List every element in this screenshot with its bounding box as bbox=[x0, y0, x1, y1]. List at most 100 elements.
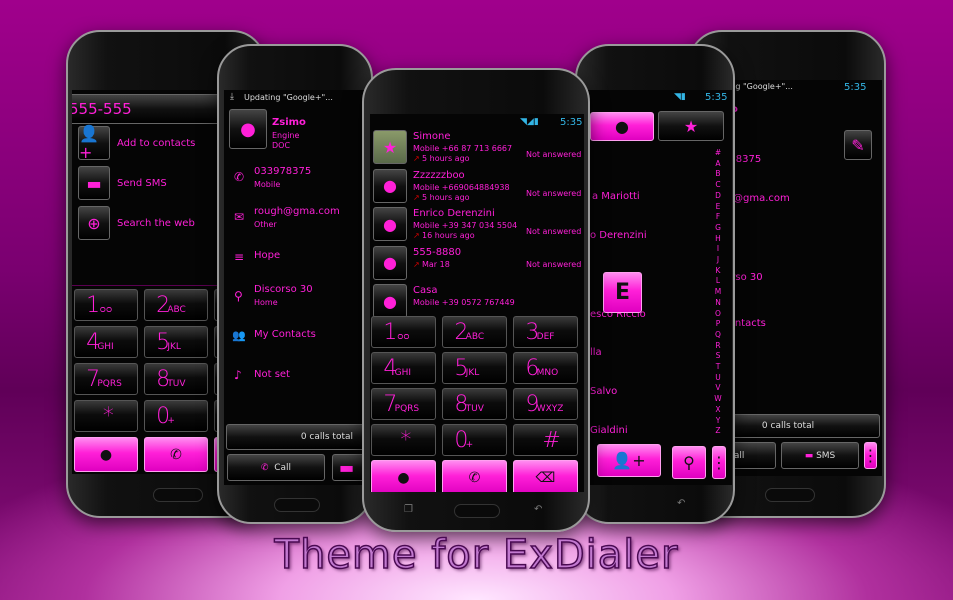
index-letter[interactable]: M bbox=[713, 287, 723, 298]
index-letter[interactable]: O bbox=[713, 309, 723, 320]
index-letter[interactable]: V bbox=[713, 383, 723, 394]
contact-avatar[interactable]: ● bbox=[373, 168, 407, 203]
contact-avatar[interactable]: ● bbox=[373, 207, 407, 241]
home-button[interactable] bbox=[765, 488, 815, 502]
index-letter[interactable]: F bbox=[713, 212, 723, 223]
call-button[interactable]: ✆ bbox=[442, 460, 507, 492]
add-contact-button[interactable]: 👤+ bbox=[597, 444, 661, 477]
dialpad-key[interactable]: 2 ABC bbox=[144, 289, 208, 321]
phone-left-mid: ⤓ Updating "Google+"... ● Zsimo Engine D… bbox=[217, 44, 373, 524]
dialpad-key[interactable]: # bbox=[513, 424, 578, 456]
home-button[interactable] bbox=[274, 498, 320, 512]
index-letter[interactable]: P bbox=[713, 319, 723, 330]
call-button[interactable]: ✆ bbox=[144, 437, 208, 472]
index-letter[interactable]: # bbox=[713, 148, 723, 159]
person-icon: ● bbox=[383, 291, 397, 311]
edit-button[interactable]: ✎ bbox=[844, 130, 872, 160]
index-letter[interactable]: H bbox=[713, 234, 723, 245]
index-letter[interactable]: W bbox=[713, 394, 723, 405]
index-letter[interactable]: E bbox=[713, 202, 723, 213]
contact-address[interactable]: Discorso 30 bbox=[254, 284, 313, 295]
dialpad-key[interactable]: * bbox=[74, 400, 138, 432]
contact-item[interactable]: o Derenzini bbox=[590, 230, 647, 241]
index-letter[interactable]: U bbox=[713, 373, 723, 384]
contact-email[interactable]: rough@gma.com bbox=[254, 206, 340, 217]
dialpad-key[interactable]: 6 MNO bbox=[513, 352, 578, 384]
contact-ringtone[interactable]: Not set bbox=[254, 369, 290, 380]
contact-item[interactable]: Salvo bbox=[590, 386, 617, 397]
index-letter[interactable]: B bbox=[713, 169, 723, 180]
person-icon: ● bbox=[615, 117, 629, 136]
contact-photo[interactable]: ● bbox=[229, 109, 267, 149]
contact-avatar[interactable]: ● bbox=[373, 284, 407, 318]
group-icon: 👥 bbox=[232, 329, 246, 342]
missed-call-icon: ↗ bbox=[413, 192, 420, 202]
contact-avatar[interactable]: ● bbox=[373, 245, 407, 280]
dialpad-key[interactable]: 8 TUV bbox=[144, 363, 208, 395]
tab-contacts[interactable]: ● bbox=[590, 112, 654, 141]
dialpad-key[interactable]: 0 + bbox=[144, 400, 208, 432]
dialpad-key[interactable]: 2 ABC bbox=[442, 316, 507, 348]
menu-button[interactable]: ⋮ bbox=[711, 446, 727, 479]
sms-button[interactable]: ▬ SMS bbox=[781, 442, 859, 469]
globe-icon: ⊕ bbox=[78, 206, 110, 240]
dialpad-key[interactable]: 5 JKL bbox=[442, 352, 507, 384]
dialpad-key[interactable]: 4 GHI bbox=[74, 326, 138, 358]
dialpad-key[interactable]: 1 ᴑᴑ bbox=[371, 316, 436, 348]
key-digit: * bbox=[400, 428, 412, 453]
index-letter[interactable]: Q bbox=[713, 330, 723, 341]
index-letter[interactable]: D bbox=[713, 191, 723, 202]
contact-item[interactable]: lla bbox=[590, 347, 602, 358]
dialpad-key[interactable]: 1 ᴑᴑ bbox=[74, 289, 138, 321]
dialpad-key[interactable]: 3 DEF bbox=[513, 316, 578, 348]
index-letter[interactable]: A bbox=[713, 159, 723, 170]
dialpad-key[interactable]: 5 JKL bbox=[144, 326, 208, 358]
contacts-button[interactable]: ● bbox=[371, 460, 436, 492]
calls-total-bar: 0 calls total bbox=[226, 424, 368, 450]
index-letter[interactable]: X bbox=[713, 405, 723, 416]
index-letter[interactable]: K bbox=[713, 266, 723, 277]
index-letter[interactable]: Y bbox=[713, 416, 723, 427]
dialpad-key[interactable]: 9 WXYZ bbox=[513, 388, 578, 420]
contacts-button[interactable]: ● bbox=[74, 437, 138, 472]
back-icon: ↶ bbox=[677, 498, 686, 509]
star-icon: ★ bbox=[683, 116, 699, 136]
dialpad-key[interactable]: 8 TUV bbox=[442, 388, 507, 420]
phone-icon: ✆ bbox=[234, 170, 245, 184]
index-letter[interactable]: R bbox=[713, 341, 723, 352]
dialpad-key[interactable]: 0 + bbox=[442, 424, 507, 456]
key-letters: TUV bbox=[465, 404, 484, 414]
contact-avatar[interactable]: ★ bbox=[373, 130, 407, 164]
call-button[interactable]: ✆ Call bbox=[227, 454, 325, 481]
index-letter[interactable]: N bbox=[713, 298, 723, 309]
index-letter[interactable]: L bbox=[713, 276, 723, 287]
dialpad-key[interactable]: 7 PQRS bbox=[371, 388, 436, 420]
menu-button[interactable]: ⋮ bbox=[863, 442, 879, 469]
index-letter[interactable]: S bbox=[713, 351, 723, 362]
tab-favorites[interactable]: ★ bbox=[658, 111, 724, 141]
home-button[interactable] bbox=[454, 504, 500, 518]
contact-note: Hope bbox=[254, 250, 281, 261]
index-letter[interactable]: C bbox=[713, 180, 723, 191]
status-time: 5:35 bbox=[844, 82, 867, 93]
contact-item[interactable]: Gialdini bbox=[590, 425, 628, 436]
contact-phone[interactable]: 033978375 bbox=[254, 166, 311, 177]
contact-item[interactable]: a Mariotti bbox=[592, 191, 640, 202]
alphabet-index[interactable]: # A B C D E F G H I J K L M N O P Q R S T U V W X Y Z bbox=[713, 148, 723, 437]
backspace-icon: ⌫ bbox=[535, 469, 556, 486]
index-letter[interactable]: T bbox=[713, 362, 723, 373]
home-button[interactable] bbox=[153, 488, 203, 502]
call-time: 16 hours ago bbox=[422, 231, 475, 240]
search-button[interactable]: ⚲ bbox=[672, 446, 706, 479]
dialpad-key[interactable]: 7 PQRS bbox=[74, 363, 138, 395]
backspace-button[interactable]: ⌫ bbox=[513, 460, 578, 492]
dialpad-key[interactable]: * bbox=[371, 424, 436, 456]
index-letter[interactable]: Z bbox=[713, 426, 723, 437]
index-letter[interactable]: I bbox=[713, 244, 723, 255]
status-time: 5:35 bbox=[705, 92, 728, 103]
dialpad-key[interactable]: 4 GHI bbox=[371, 352, 436, 384]
index-letter[interactable]: G bbox=[713, 223, 723, 234]
key-letters: DEF bbox=[536, 332, 555, 342]
index-letter[interactable]: J bbox=[713, 255, 723, 266]
key-letters: PQRS bbox=[97, 379, 122, 389]
